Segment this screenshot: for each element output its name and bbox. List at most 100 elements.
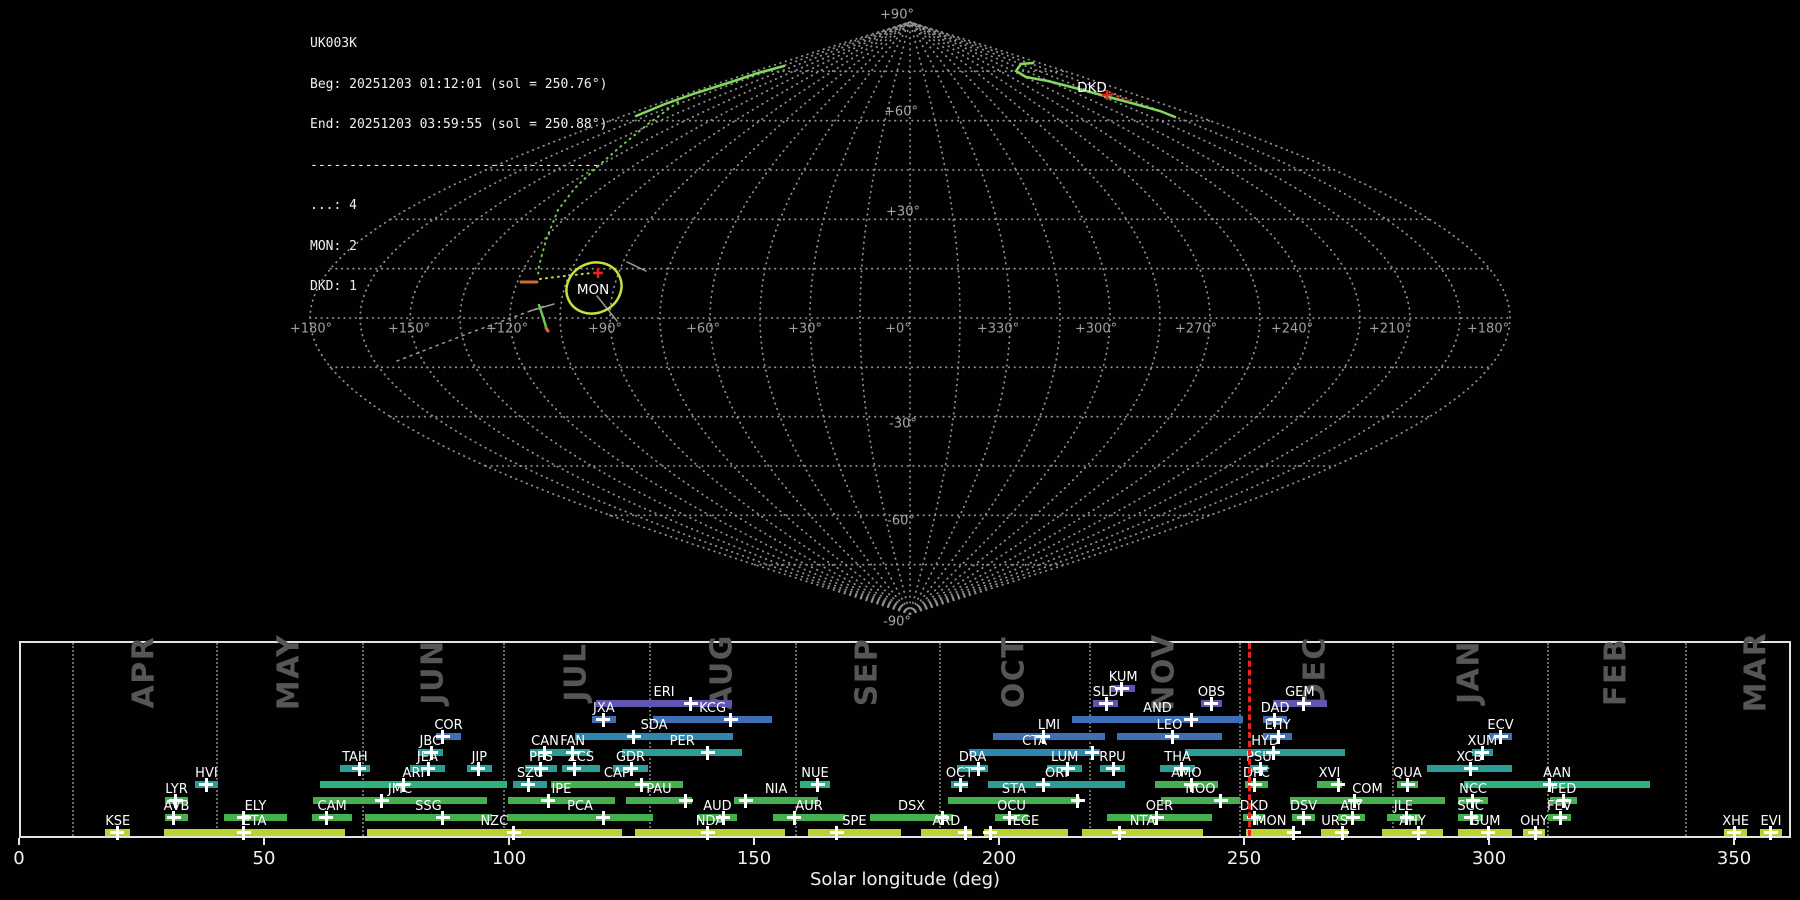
x-axis-tick (998, 838, 1000, 845)
month-label: MAY (271, 633, 307, 711)
map-lon-label: +180° (290, 322, 332, 337)
map-lon-label: +120° (486, 322, 528, 337)
shower-peak-marker-xvi (1331, 777, 1346, 792)
x-axis-tick (753, 838, 755, 845)
radiant-cross-mon (593, 268, 603, 278)
shower-label-pca: PCA (567, 799, 593, 814)
month-boundary-line (361, 643, 364, 836)
map-lon-label: +210° (1369, 322, 1411, 337)
radiant-track-green (537, 101, 679, 277)
shower-peak-marker-urs (1335, 825, 1349, 840)
x-axis-tick (263, 838, 265, 845)
shower-peak-marker-ohy (1528, 825, 1543, 840)
shower-bar-kcg (653, 716, 773, 723)
map-lat-label: +60° (884, 105, 918, 120)
shower-peak-marker-dsv (1296, 810, 1311, 825)
shower-peak-marker-fev (1553, 810, 1568, 825)
meteor-orange-tip (544, 326, 550, 333)
shower-label-nia: NIA (764, 782, 788, 797)
radiant-label-mon: MON (577, 282, 609, 298)
sporadic-4 (626, 261, 647, 272)
shower-peak-marker-eri (683, 696, 698, 711)
shower-bar-spe (807, 829, 901, 836)
x-axis-tick (1243, 838, 1245, 845)
shower-bar-pca (507, 814, 654, 821)
month-label: NOV (1146, 633, 1182, 711)
shower-label-and: AND (1143, 701, 1172, 716)
map-lon-label: +240° (1271, 322, 1313, 337)
month-boundary-line (939, 643, 942, 836)
shower-peak-marker-leo (1165, 729, 1180, 744)
shower-peak-marker-gem (1296, 696, 1311, 711)
shower-peak-marker-and (1184, 712, 1199, 727)
shower-label-spe: SPE (842, 814, 867, 829)
shower-label-mon: MON (1255, 814, 1287, 829)
month-label: OCT (996, 635, 1032, 709)
shower-peak-marker-mon (1286, 825, 1301, 840)
shower-peak-marker-nda (700, 825, 715, 840)
shower-label-cap: CAP (603, 766, 630, 781)
shower-peak-marker-evi (1763, 825, 1778, 840)
shower-bar-ipe (508, 797, 615, 804)
shower-peak-marker-avb (166, 810, 181, 825)
map-lat-label: -90° (883, 615, 911, 630)
meteor-arc-left (634, 64, 786, 118)
shower-peak-marker-sda (626, 729, 641, 744)
shower-peak-marker-ahy (1411, 825, 1426, 840)
month-boundary-line (1685, 643, 1688, 836)
shower-peak-marker-xcb (1463, 761, 1478, 776)
shower-peak-marker-zcs (567, 761, 582, 776)
shower-peak-marker-noo (1213, 793, 1228, 808)
x-axis-tick-label: 100 (491, 848, 527, 869)
radiant-and-activity-plot: UK003K Beg: 20251203 01:12:01 (sol = 250… (0, 0, 1800, 900)
shower-bar-cta (969, 749, 1100, 756)
shower-bar-aur (773, 814, 846, 821)
month-boundary-line (503, 643, 506, 836)
activity-timeline-chart: APR MAY JUN JUL AUG SEP OCT NOV DEC JAN FEB MAR KUM E… (19, 632, 1791, 840)
shower-peak-marker-eta (236, 825, 251, 840)
shower-peak-marker-ege (983, 825, 998, 840)
shower-bar-eta (164, 829, 345, 836)
month-boundary-line (216, 643, 219, 836)
shower-peak-marker-nue (810, 777, 825, 792)
shower-label-cta: CTA (1022, 734, 1047, 749)
month-boundary-line (72, 643, 75, 836)
shower-peak-marker-per (700, 745, 715, 760)
shower-label-dsx: DSX (897, 799, 926, 814)
shower-peak-marker-oct (953, 777, 968, 792)
shower-peak-marker-pau (678, 793, 693, 808)
map-lon-label: +0° (885, 322, 911, 337)
shower-label-nta: NTA (1129, 814, 1156, 829)
radiant-label-dkd: DKD (1077, 80, 1107, 96)
shower-peak-marker-dra (971, 761, 986, 776)
sporadic-3 (529, 303, 555, 312)
shower-label-noo: NOO (1185, 782, 1216, 797)
month-label: MAR (1738, 631, 1774, 713)
map-lon-label: +300° (1075, 322, 1117, 337)
shower-peak-marker-nia (738, 793, 753, 808)
month-label: AUG (704, 634, 740, 710)
map-lat-label: -30° (889, 417, 917, 432)
x-axis-tick-label: 0 (13, 848, 25, 869)
shower-label-sta: STA (1001, 782, 1026, 797)
shower-peak-marker-tah (352, 761, 367, 776)
shower-label-nzc: NZC (480, 814, 509, 829)
month-label: JUN (415, 639, 451, 705)
x-axis-tick-label: 300 (1471, 848, 1507, 869)
x-axis-tick-label: 200 (981, 848, 1017, 869)
shower-peak-marker-sld (1099, 696, 1114, 711)
shower-peak-marker-spe (829, 825, 844, 840)
shower-label-eri: ERI (653, 685, 675, 700)
shower-peak-marker-sta (1070, 793, 1085, 808)
month-label: FEB (1598, 637, 1634, 707)
map-lat-label: +30° (886, 205, 920, 220)
map-lat-label: +90° (880, 8, 914, 23)
map-lon-label: +60° (686, 322, 720, 337)
shower-peak-marker-jmc (374, 793, 389, 808)
grid-meridian (909, 21, 1461, 615)
shower-label-ard: ARD (932, 814, 961, 829)
shower-bar-ari (319, 781, 508, 788)
map-lon-label: +30° (788, 322, 822, 337)
shower-peak-marker-kcg (723, 712, 738, 727)
shower-bar-nzc (366, 829, 622, 836)
